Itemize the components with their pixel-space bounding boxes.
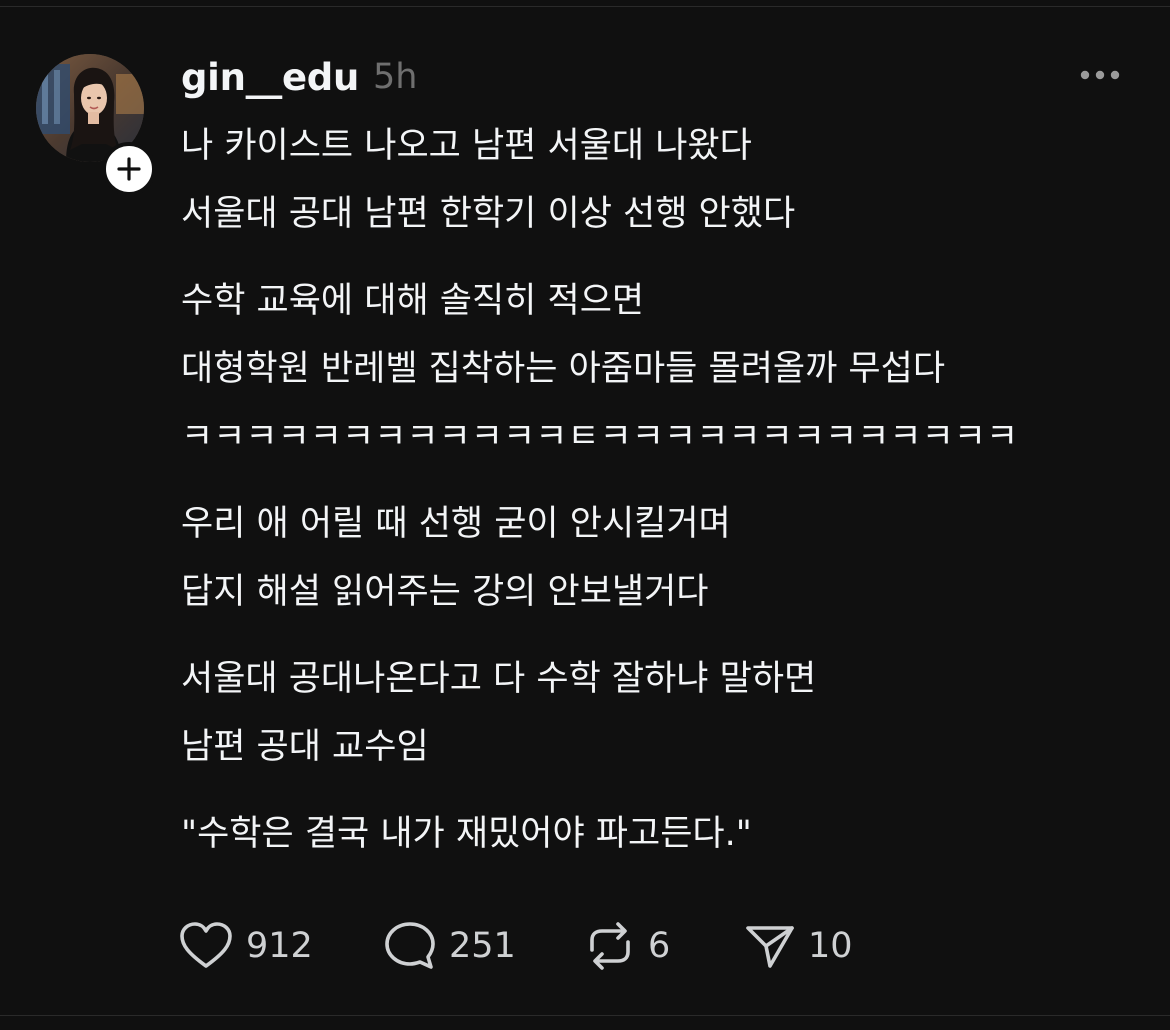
username-link[interactable]: gin__edu: [181, 56, 359, 99]
text-line: 답지 해설 읽어주는 강의 안보낼거다: [181, 572, 709, 612]
share-count: 10: [808, 926, 853, 966]
like-count: 912: [246, 926, 313, 966]
paragraph: "수학은 결국 내가 재밌어야 파고든다.": [181, 800, 1141, 868]
text-line: 서울대 공대나온다고 다 수학 잘하냐 말하면: [181, 659, 817, 699]
text-line: "수학은 결국 내가 재밌어야 파고든다.": [181, 814, 752, 854]
thread-post: gin__edu 5h 나 카이스트 나오고 남편 서울대 나왔다 서울대 공대…: [0, 0, 1170, 1030]
repost-button[interactable]: 6: [584, 920, 744, 972]
text-line: 우리 애 어릴 때 선행 굳이 안시킬거며: [181, 504, 731, 544]
repost-count: 6: [648, 926, 671, 966]
paragraph: 우리 애 어릴 때 선행 굳이 안시킬거며 답지 해설 읽어주는 강의 안보낼거…: [181, 490, 1141, 626]
more-horizontal-icon: [1080, 70, 1120, 80]
bottom-divider: [0, 1015, 1170, 1016]
post-timestamp[interactable]: 5h: [373, 57, 417, 97]
more-options-button[interactable]: [1074, 60, 1126, 90]
paragraph: 나 카이스트 나오고 남편 서울대 나왔다 서울대 공대 남편 한학기 이상 선…: [181, 112, 1141, 248]
send-icon: [746, 926, 794, 968]
action-bar: 912 251 6 10: [178, 916, 874, 976]
like-button[interactable]: 912: [178, 921, 383, 971]
heart-icon: [180, 922, 232, 968]
post-body: 나 카이스트 나오고 남편 서울대 나왔다 서울대 공대 남편 한학기 이상 선…: [181, 112, 1141, 868]
text-line: 남편 공대 교수임: [181, 727, 429, 767]
reply-count: 251: [449, 926, 516, 966]
post-header: gin__edu 5h: [181, 50, 417, 104]
repost-icon: [590, 922, 630, 970]
follow-button[interactable]: [102, 142, 156, 196]
plus-icon: [117, 157, 141, 181]
text-line: ㅋㅋㅋㅋㅋㅋㅋㅋㅋㅋㅋㅋㅌㅋㅋㅋㅋㅋㅋㅋㅋㅋㅋㅋㅋㅋ: [181, 417, 1019, 457]
comment-icon: [385, 922, 435, 969]
paragraph: 서울대 공대나온다고 다 수학 잘하냐 말하면 남편 공대 교수임: [181, 645, 1141, 781]
share-button[interactable]: 10: [744, 920, 874, 972]
paragraph: 수학 교육에 대해 솔직히 적으면 대형학원 반레벨 집착하는 아줌마들 몰려올…: [181, 267, 1141, 471]
avatar-container: [36, 54, 156, 196]
text-line: 나 카이스트 나오고 남편 서울대 나왔다: [181, 126, 752, 166]
text-line: 수학 교육에 대해 솔직히 적으면: [181, 281, 645, 321]
text-line: 서울대 공대 남편 한학기 이상 선행 안했다: [181, 194, 796, 234]
reply-button[interactable]: 251: [383, 920, 584, 972]
text-line: 대형학원 반레벨 집착하는 아줌마들 몰려올까 무섭다: [181, 349, 946, 389]
